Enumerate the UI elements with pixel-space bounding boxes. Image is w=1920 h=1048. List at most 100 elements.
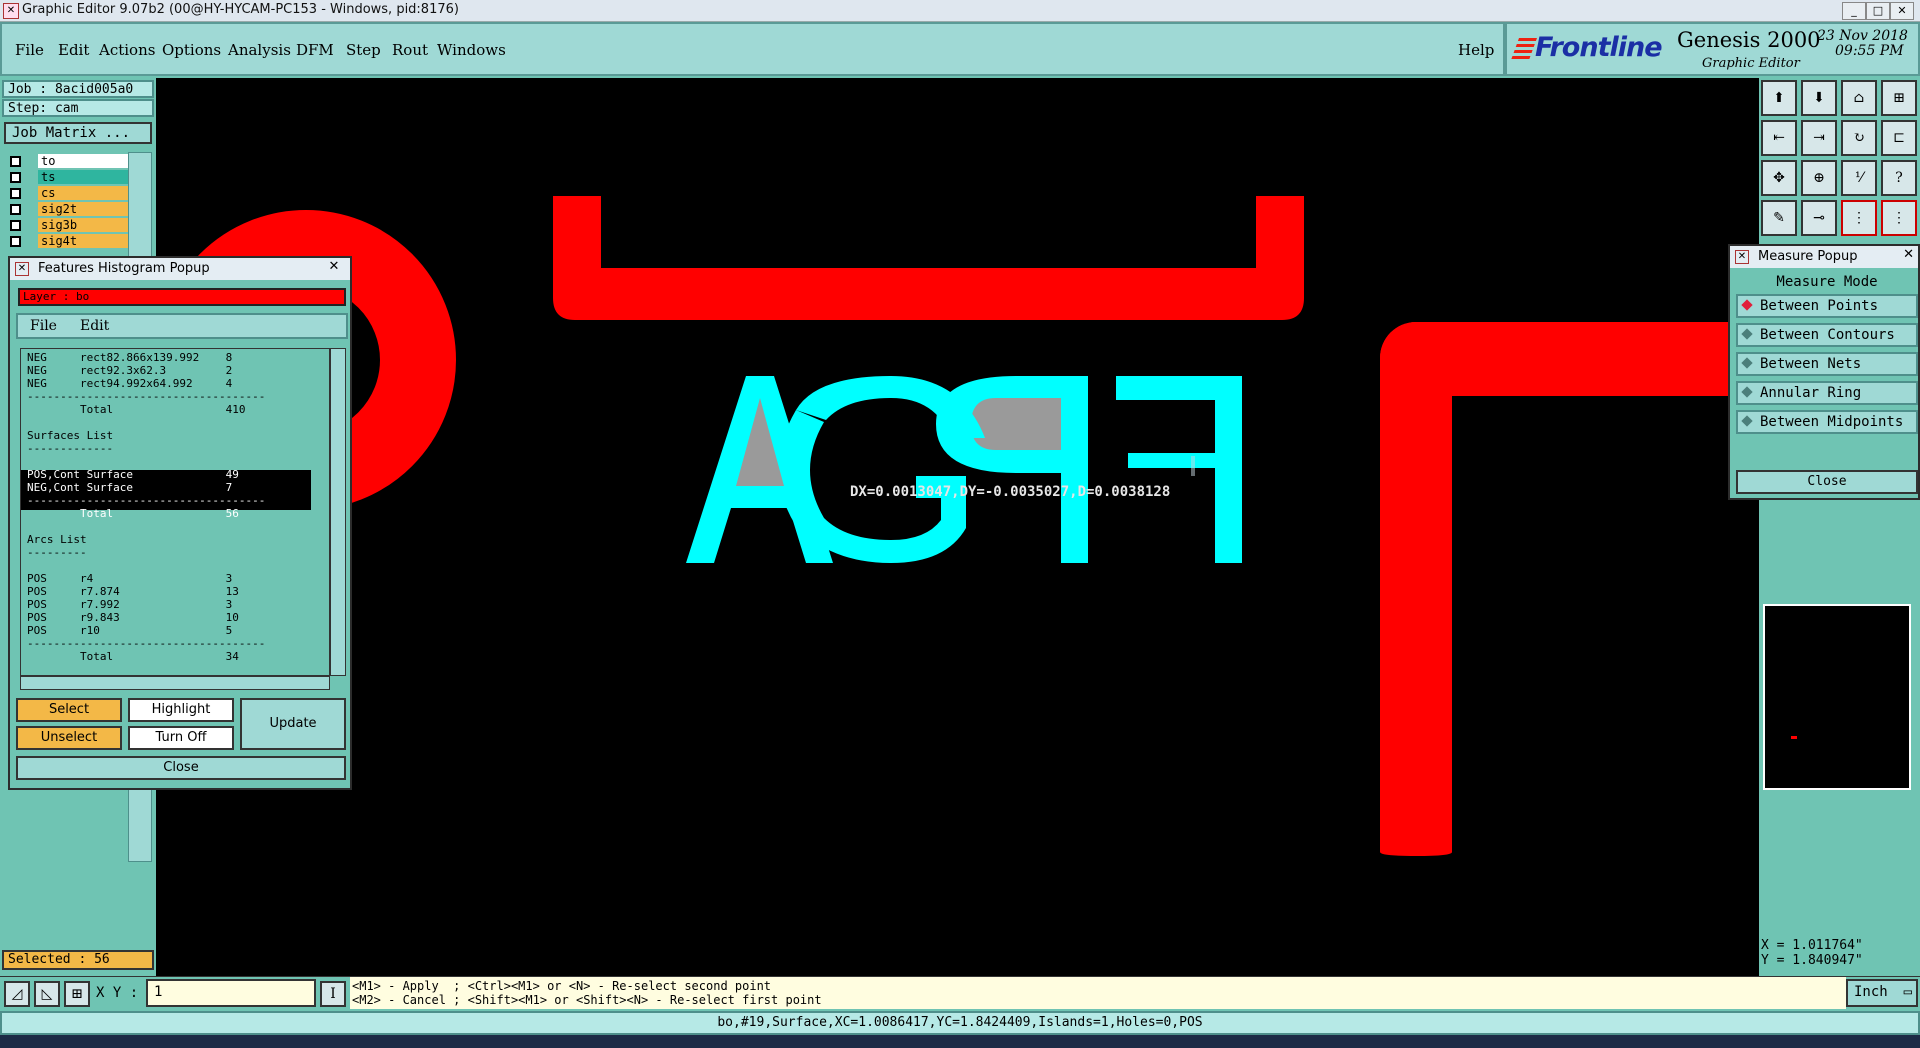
histogram-line[interactable]: ------------------------------------: [27, 637, 265, 650]
layer-name[interactable]: ts: [38, 170, 128, 184]
histogram-line[interactable]: Total 56: [27, 507, 265, 520]
histogram-line[interactable]: ------------------------------------: [27, 494, 265, 507]
histogram-line[interactable]: -------------: [27, 442, 265, 455]
edit-tool-icon[interactable]: ✎: [1761, 200, 1797, 236]
layers-icon[interactable]: ⋮: [1881, 200, 1917, 236]
red-vertical-trace[interactable]: [1380, 322, 1452, 856]
histogram-line[interactable]: Total 410: [27, 403, 265, 416]
histogram-line[interactable]: ------------------------------------: [27, 390, 265, 403]
units-dropdown[interactable]: Inch ▭: [1846, 979, 1918, 1007]
fit-icon[interactable]: ✥: [1761, 160, 1797, 196]
histogram-line[interactable]: [27, 559, 265, 572]
maximize-button[interactable]: □: [1866, 2, 1890, 20]
menu-rout[interactable]: Rout: [392, 41, 428, 59]
highlight-button[interactable]: Highlight: [128, 698, 234, 722]
histogram-close-button[interactable]: Close: [16, 756, 346, 780]
layer-checkbox[interactable]: [10, 220, 21, 231]
histogram-line[interactable]: [27, 416, 265, 429]
mode-between-contours[interactable]: Between Contours: [1736, 323, 1918, 347]
histogram-line[interactable]: Arcs List: [27, 533, 265, 546]
cyan-letter-f[interactable]: [1116, 376, 1242, 563]
histogram-line[interactable]: POS,Cont Surface 49: [27, 468, 265, 481]
measure-popup-titlebar[interactable]: ✕ Measure Popup ✕: [1730, 246, 1918, 268]
home-icon[interactable]: ⌂: [1841, 80, 1877, 116]
histogram-close-icon[interactable]: ✕: [324, 259, 344, 277]
update-button[interactable]: Update: [240, 698, 346, 750]
histogram-line[interactable]: NEG,Cont Surface 7: [27, 481, 265, 494]
mode-between-points[interactable]: Between Points: [1736, 294, 1918, 318]
histogram-line[interactable]: Surfaces List: [27, 429, 265, 442]
histogram-line[interactable]: POS r7.992 3: [27, 598, 265, 611]
histogram-line[interactable]: ---------: [27, 546, 265, 559]
layer-checkbox[interactable]: [10, 172, 21, 183]
layer-name[interactable]: to: [38, 154, 128, 168]
center-icon[interactable]: ⊕: [1801, 160, 1837, 196]
draw-arc-icon[interactable]: ◺: [34, 981, 60, 1007]
mode-between-midpoints[interactable]: Between Midpoints: [1736, 410, 1918, 434]
histogram-menu-file[interactable]: File: [30, 318, 57, 334]
histogram-line[interactable]: POS r7.874 13: [27, 585, 265, 598]
mode-between-nets[interactable]: Between Nets: [1736, 352, 1918, 376]
mode-annular-ring[interactable]: Annular Ring: [1736, 381, 1918, 405]
help-icon[interactable]: ?: [1881, 160, 1917, 196]
menu-edit[interactable]: Edit: [58, 41, 89, 59]
minimize-button[interactable]: _: [1842, 2, 1866, 20]
select-button[interactable]: Select: [16, 698, 122, 722]
p-counter-selected[interactable]: [971, 398, 1061, 450]
histogram-line[interactable]: [27, 520, 265, 533]
xy-input[interactable]: 1: [146, 979, 316, 1007]
histogram-line[interactable]: [27, 455, 265, 468]
histogram-line[interactable]: NEG rect82.866x139.992 8: [27, 351, 265, 364]
draw-line-icon[interactable]: ◿: [4, 981, 30, 1007]
measure-close-icon[interactable]: ✕: [1903, 247, 1914, 262]
menu-step[interactable]: Step: [346, 41, 381, 59]
layer-name[interactable]: sig4t: [38, 234, 128, 248]
pin-icon[interactable]: ⊸: [1801, 200, 1837, 236]
histogram-line[interactable]: POS r9.843 10: [27, 611, 265, 624]
zoom-out-icon[interactable]: ⬇: [1801, 80, 1837, 116]
close-window-button[interactable]: ✕: [1890, 2, 1914, 20]
scale-icon[interactable]: ⅟: [1841, 160, 1877, 196]
unselect-button[interactable]: Unselect: [16, 726, 122, 750]
menu-windows[interactable]: Windows: [437, 41, 506, 59]
measure-close-button[interactable]: Close: [1736, 470, 1918, 494]
histogram-horizontal-scrollbar[interactable]: [20, 676, 330, 690]
snap-icon[interactable]: ⊏: [1881, 120, 1917, 156]
layer-name[interactable]: cs: [38, 186, 128, 200]
histogram-vertical-scrollbar[interactable]: [330, 348, 346, 676]
turn-off-button[interactable]: Turn Off: [128, 726, 234, 750]
layer-checkbox[interactable]: [10, 204, 21, 215]
histogram-list[interactable]: NEG rect82.866x139.992 8 NEG rect92.3x62.…: [20, 348, 330, 676]
histogram-menu-edit[interactable]: Edit: [80, 318, 109, 334]
menu-file[interactable]: File: [15, 41, 44, 59]
histogram-line[interactable]: NEG rect92.3x62.3 2: [27, 364, 265, 377]
graphics-canvas[interactable]: DX=0.0013047,DY=-0.0035027,D=0.0038128: [156, 78, 1759, 976]
layer-checkbox[interactable]: [10, 236, 21, 247]
grid-snap-icon[interactable]: ⊞: [64, 981, 90, 1007]
menu-analysis[interactable]: Analysis: [228, 41, 291, 59]
histogram-popup-titlebar[interactable]: ✕ Features Histogram Popup ✕: [10, 258, 350, 280]
board-view[interactable]: [156, 78, 1759, 976]
pan-right-icon[interactable]: ⇥: [1801, 120, 1837, 156]
layer-name[interactable]: sig3b: [38, 218, 128, 232]
pan-left-icon[interactable]: ⇤: [1761, 120, 1797, 156]
layer-name[interactable]: sig2t: [38, 202, 128, 216]
text-cursor-icon[interactable]: I: [320, 981, 346, 1007]
histogram-line[interactable]: POS r10 5: [27, 624, 265, 637]
redraw-icon[interactable]: ↻: [1841, 120, 1877, 156]
histogram-line[interactable]: POS r4 3: [27, 572, 265, 585]
overview-map[interactable]: [1763, 604, 1911, 790]
layer-checkbox[interactable]: [10, 188, 21, 199]
red-horizontal-trace[interactable]: [1380, 322, 1759, 396]
menu-options[interactable]: Options: [162, 41, 221, 59]
cyan-letter-g-top[interactable]: [796, 376, 985, 438]
histogram-line[interactable]: Total 34: [27, 650, 265, 663]
job-matrix-button[interactable]: Job Matrix ...: [4, 122, 152, 144]
layer-checkbox[interactable]: [10, 156, 21, 167]
menu-actions[interactable]: Actions: [99, 41, 155, 59]
histogram-line[interactable]: NEG rect94.992x64.992 4: [27, 377, 265, 390]
net-icon[interactable]: ⋮: [1841, 200, 1877, 236]
menu-help[interactable]: Help: [1458, 41, 1494, 59]
red-bracket-trace[interactable]: [553, 196, 1304, 320]
grid-icon[interactable]: ⊞: [1881, 80, 1917, 116]
